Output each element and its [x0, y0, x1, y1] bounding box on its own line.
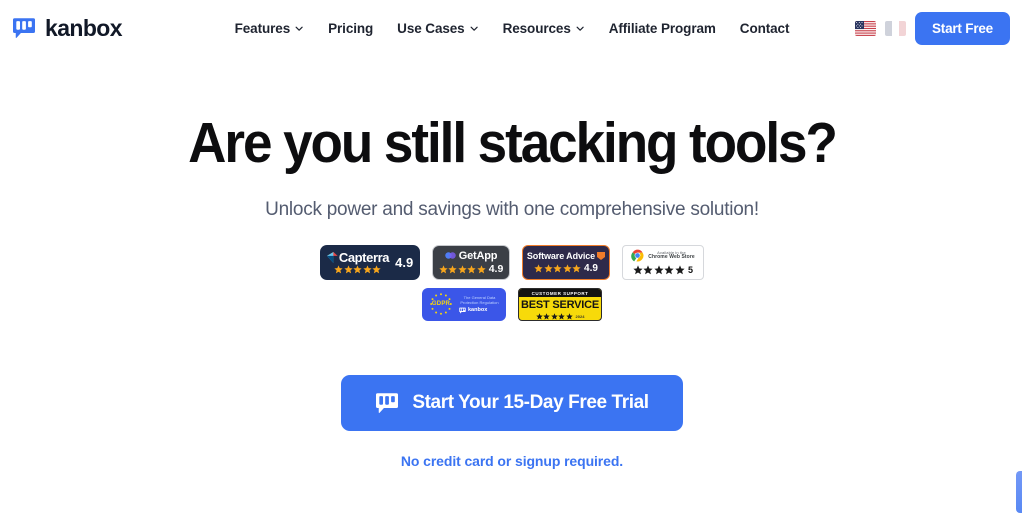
badge-gdpr[interactable]: GDPR The General Data Protection Regulat… — [422, 287, 506, 321]
badge-line-2: Chrome Web Store — [648, 254, 695, 261]
badge-capterra[interactable]: Capterra 4.9 — [320, 244, 420, 280]
chevron-down-icon — [576, 26, 584, 31]
badge-heading: CUSTOMER SUPPORT — [519, 288, 601, 298]
badge-year: 2024 — [575, 313, 585, 319]
badge-score: 4.9 — [488, 262, 504, 275]
badge-score: 4.9 — [584, 262, 598, 274]
page-subtitle: Unlock power and savings with one compre… — [265, 198, 759, 220]
badge-label: GetApp — [458, 249, 498, 262]
rating-stars — [535, 313, 573, 320]
review-badges-row-1: Capterra 4.9 GetApp 4.9 Software Advice … — [320, 244, 704, 280]
nav-label: Affiliate Program — [608, 20, 716, 36]
nav-label: Resources — [502, 20, 571, 36]
badge-score: 4.9 — [395, 254, 414, 270]
rating-stars — [534, 264, 581, 273]
flag-fr-icon[interactable] — [884, 20, 906, 36]
badge-label: GDPR — [431, 301, 451, 308]
nav-label: Pricing — [328, 20, 374, 36]
flag-us-icon[interactable] — [854, 20, 876, 36]
nav-item-contact[interactable]: Contact — [740, 21, 790, 36]
nav-label: Features — [234, 20, 291, 36]
brand-logo-link[interactable]: kanbox — [12, 14, 123, 41]
review-badges-row-2: GDPR The General Data Protection Regulat… — [422, 287, 602, 321]
badge-brand: kanbox — [468, 307, 488, 314]
eu-stars-icon: GDPR — [428, 291, 454, 317]
cta-note[interactable]: No credit card or signup required. — [0, 453, 1024, 469]
badge-best-service[interactable]: CUSTOMER SUPPORT BEST SERVICE 2024 — [518, 287, 602, 321]
chevron-down-icon — [296, 26, 304, 31]
chrome-logo-icon — [631, 249, 644, 262]
rating-stars — [633, 265, 685, 275]
page-title: Are you still stacking tools? — [188, 111, 838, 175]
getapp-logo-icon — [444, 252, 456, 260]
rating-stars — [439, 265, 486, 274]
start-free-trial-button[interactable]: Start Your 15-Day Free Trial — [341, 374, 683, 431]
software-advice-mark-icon — [597, 251, 606, 260]
cta-button-label: Start Your 15-Day Free Trial — [412, 391, 649, 413]
kanban-speech-bubble-icon — [459, 307, 466, 314]
badge-label: Software Advice — [526, 250, 596, 261]
chat-widget-handle[interactable] — [1016, 471, 1022, 513]
capterra-logo-icon — [326, 251, 338, 263]
hero-section: Are you still stacking tools? Unlock pow… — [0, 56, 1024, 469]
site-header: kanbox Features Pricing Use Cases Resour… — [0, 0, 1024, 56]
nav-item-features[interactable]: Features — [235, 21, 304, 36]
start-free-button[interactable]: Start Free — [914, 11, 1010, 45]
badge-score: 5 — [687, 264, 693, 275]
nav-item-resources[interactable]: Resources — [503, 21, 585, 36]
header-actions: Start Free — [854, 11, 1010, 45]
nav-label: Use Cases — [397, 20, 465, 36]
kanban-speech-bubble-icon — [376, 393, 399, 413]
badge-getapp[interactable]: GetApp 4.9 — [432, 244, 510, 280]
chevron-down-icon — [470, 26, 478, 31]
badge-chrome-web-store[interactable]: Available in the Chrome Web Store 5 — [622, 244, 704, 280]
review-badges: Capterra 4.9 GetApp 4.9 Software Advice … — [0, 244, 1024, 321]
badge-line-1: The General Data Protection Regulation — [460, 294, 499, 305]
badge-label: Capterra — [338, 249, 390, 265]
rating-stars — [334, 265, 382, 274]
badge-label: BEST SERVICE — [520, 299, 600, 312]
nav-label: Contact — [739, 20, 790, 36]
nav-item-pricing[interactable]: Pricing — [328, 21, 373, 36]
nav-item-affiliate-program[interactable]: Affiliate Program — [609, 21, 716, 36]
badge-software-advice[interactable]: Software Advice 4.9 — [522, 244, 610, 280]
kanban-speech-bubble-icon — [13, 18, 35, 38]
main-navigation: Features Pricing Use Cases Resources Aff… — [235, 21, 790, 36]
nav-item-use-cases[interactable]: Use Cases — [397, 21, 478, 36]
brand-name: kanbox — [45, 14, 123, 41]
cta-section: Start Your 15-Day Free Trial No credit c… — [0, 374, 1024, 469]
